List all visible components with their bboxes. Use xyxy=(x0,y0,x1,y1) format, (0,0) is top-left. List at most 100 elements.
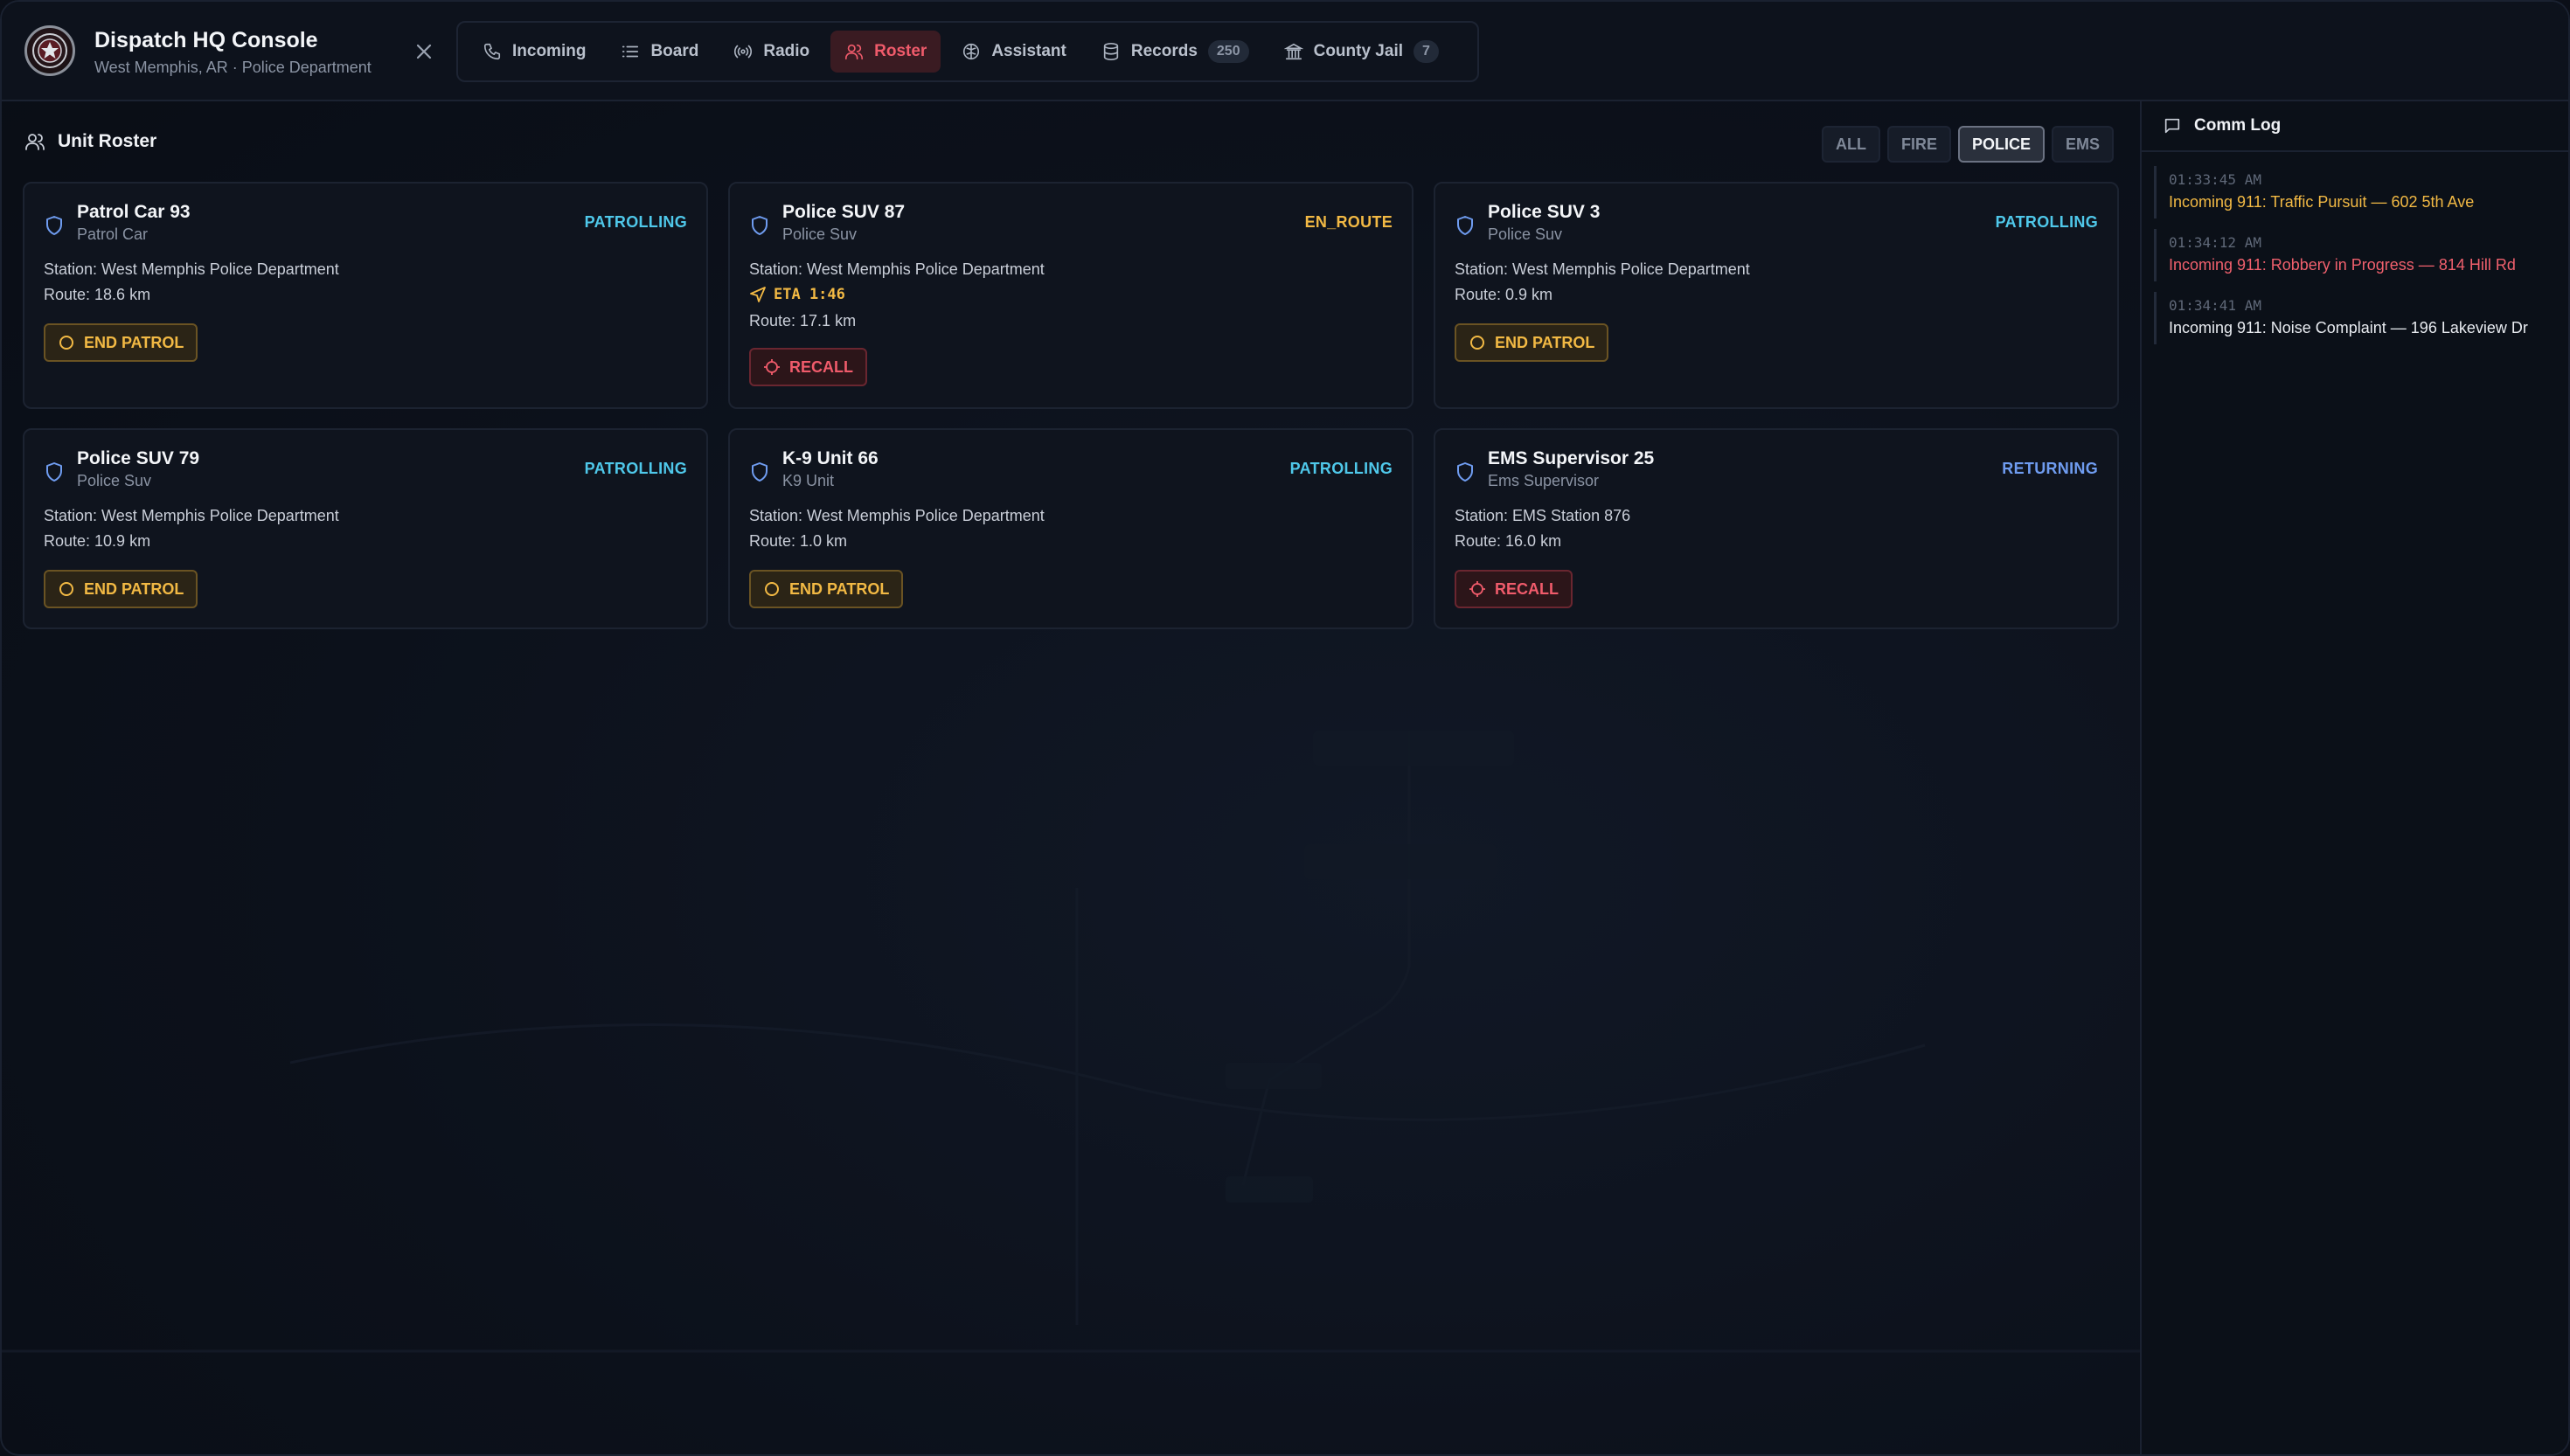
shield-icon xyxy=(46,216,62,235)
unit-type: Ems Supervisor xyxy=(1488,472,1600,489)
end-patrol-button[interactable]: END PATROL xyxy=(44,323,198,362)
unit-type: K9 Unit xyxy=(782,472,835,489)
close-button[interactable] xyxy=(409,37,439,66)
radio-icon xyxy=(734,45,753,59)
app-title: Dispatch HQ Console xyxy=(94,28,318,52)
filter-ems[interactable]: EMS xyxy=(2051,126,2114,163)
roster-title: Unit Roster xyxy=(58,131,157,151)
unit-station: Station: West Memphis Police Department xyxy=(1455,260,1750,278)
unit-type: Police Suv xyxy=(1488,225,1563,243)
comm-log-title: Comm Log xyxy=(2194,116,2282,135)
end-patrol-button[interactable]: END PATROL xyxy=(44,570,198,608)
filter-all[interactable]: ALL xyxy=(1821,126,1880,163)
users-icon xyxy=(845,44,864,60)
phone-icon xyxy=(483,43,501,60)
unit-route: Route: 10.9 km xyxy=(44,532,151,550)
end-patrol-button[interactable]: END PATROL xyxy=(749,570,904,608)
unit-card: EMS Supervisor 25 Ems Supervisor RETURNI… xyxy=(1434,428,2119,629)
log-message: Incoming 911: Noise Complaint — 196 Lake… xyxy=(2169,319,2528,336)
database-icon xyxy=(1103,43,1119,60)
tab-label: Board xyxy=(650,42,699,60)
crosshair-icon xyxy=(764,359,780,375)
unit-status-badge: EN_ROUTE xyxy=(1304,213,1393,231)
navigation-arrow-icon xyxy=(750,287,766,302)
unit-status-badge: PATROLLING xyxy=(1995,213,2098,231)
dispatch-badge-icon xyxy=(24,25,75,76)
unit-name: Police SUV 79 xyxy=(77,448,200,468)
tab-radio[interactable]: Radio xyxy=(719,31,823,73)
unit-status-badge: RETURNING xyxy=(2002,460,2098,477)
recall-button[interactable]: RECALL xyxy=(749,348,867,386)
unit-filter-group: ALL FIRE POLICE EMS xyxy=(1821,126,2114,163)
eta-text: ETA 1:46 xyxy=(774,286,845,303)
users-icon xyxy=(25,134,45,150)
unit-route: Route: 16.0 km xyxy=(1455,532,1562,550)
records-count-badge: 250 xyxy=(1207,40,1249,63)
brain-icon xyxy=(963,43,980,60)
unit-route: Route: 1.0 km xyxy=(749,532,848,550)
shield-icon xyxy=(1457,216,1473,235)
tab-incoming[interactable]: Incoming xyxy=(469,31,600,73)
list-icon xyxy=(622,45,639,58)
unit-route: Route: 17.1 km xyxy=(749,312,857,329)
unit-status-badge: PATROLLING xyxy=(1289,460,1393,477)
button-label: RECALL xyxy=(1495,579,1559,598)
tab-roster[interactable]: Roster xyxy=(830,31,941,73)
log-message: Incoming 911: Robbery in Progress — 814 … xyxy=(2169,256,2516,274)
shield-icon xyxy=(46,462,62,482)
unit-name: K-9 Unit 66 xyxy=(782,448,879,468)
circle-icon xyxy=(59,336,73,350)
shield-icon xyxy=(1457,462,1473,482)
unit-station: Station: EMS Station 876 xyxy=(1455,507,1631,524)
unit-type: Police Suv xyxy=(782,225,858,243)
unit-eta: ETA 1:46 xyxy=(749,286,1393,303)
unit-route: Route: 18.6 km xyxy=(44,286,151,303)
unit-card: Police SUV 79 Police Suv PATROLLING Stat… xyxy=(23,428,708,629)
unit-type: Police Suv xyxy=(77,472,152,489)
log-entry: 01:34:41 AM Incoming 911: Noise Complain… xyxy=(2154,292,2561,344)
end-patrol-button[interactable]: END PATROL xyxy=(1455,323,1609,362)
shield-icon xyxy=(752,462,768,482)
filter-fire[interactable]: FIRE xyxy=(1886,126,1951,163)
tab-label: County Jail xyxy=(1313,42,1403,60)
unit-name: Patrol Car 93 xyxy=(77,202,191,222)
unit-card: K-9 Unit 66 K9 Unit PATROLLING Station: … xyxy=(728,428,1414,629)
header-bar: Dispatch HQ Console West Memphis, AR · P… xyxy=(2,2,2568,101)
unit-card: Police SUV 87 Police Suv EN_ROUTE Statio… xyxy=(728,182,1414,409)
app-subtitle: West Memphis, AR · Police Department xyxy=(94,59,372,76)
button-label: RECALL xyxy=(789,357,853,376)
unit-card: Patrol Car 93 Patrol Car PATROLLING Stat… xyxy=(23,182,708,409)
unit-station: Station: West Memphis Police Department xyxy=(44,260,339,278)
unit-route: Route: 0.9 km xyxy=(1455,286,1553,303)
unit-name: Police SUV 3 xyxy=(1488,202,1601,222)
app-window: Dispatch HQ Console West Memphis, AR · P… xyxy=(0,0,2570,1456)
unit-status-badge: PATROLLING xyxy=(584,460,687,477)
log-entry: 01:34:12 AM Incoming 911: Robbery in Pro… xyxy=(2154,229,2561,281)
tab-records[interactable]: Records 250 xyxy=(1087,31,1263,73)
tab-label: Records xyxy=(1130,42,1198,60)
crosshair-icon xyxy=(1469,581,1485,597)
circle-icon xyxy=(59,582,73,596)
unit-card-grid: Patrol Car 93 Patrol Car PATROLLING Stat… xyxy=(23,182,2119,629)
log-time: 01:34:41 AM xyxy=(2169,297,2261,314)
recall-button[interactable]: RECALL xyxy=(1455,570,1573,608)
tab-board[interactable]: Board xyxy=(607,31,712,73)
jail-count-badge: 7 xyxy=(1414,40,1439,63)
shield-icon xyxy=(752,216,768,235)
unit-type: Patrol Car xyxy=(77,225,149,243)
comm-log-header: Comm Log xyxy=(2142,101,2568,152)
circle-icon xyxy=(765,582,779,596)
log-message: Incoming 911: Traffic Pursuit — 602 5th … xyxy=(2169,193,2475,211)
main-nav: Incoming Board Radio Roster Assistant Re… xyxy=(456,21,1479,82)
tab-county-jail[interactable]: County Jail 7 xyxy=(1270,31,1453,73)
message-icon xyxy=(2164,118,2180,134)
circle-icon xyxy=(1470,336,1484,350)
filter-police[interactable]: POLICE xyxy=(1957,126,2045,163)
tab-label: Incoming xyxy=(512,42,587,60)
tab-label: Radio xyxy=(763,42,810,60)
tab-label: Roster xyxy=(874,42,927,60)
log-time: 01:33:45 AM xyxy=(2169,171,2261,188)
tab-assistant[interactable]: Assistant xyxy=(948,31,1080,73)
tab-label: Assistant xyxy=(991,42,1066,60)
roster-header: Unit Roster xyxy=(24,131,156,152)
